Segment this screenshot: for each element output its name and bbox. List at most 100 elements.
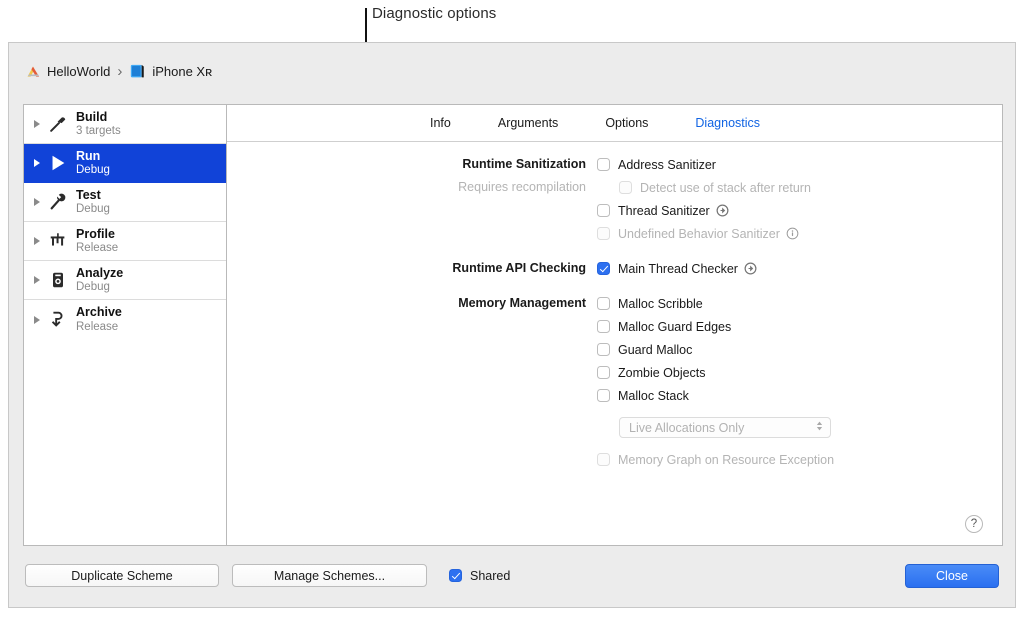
undefined-behavior-sanitizer-row: Undefined Behavior Sanitizer [597,224,799,243]
detect-stack-after-return-row: Detect use of stack after return [597,178,811,197]
address-sanitizer-row[interactable]: Address Sanitizer [597,155,716,174]
thread-sanitizer-row[interactable]: Thread Sanitizer [597,201,729,220]
thread-sanitizer-label: Thread Sanitizer [618,203,710,218]
malloc-stack-mode-select[interactable]: Live Allocations Only [619,417,831,438]
spacer-label [227,363,597,364]
spacer-label [227,201,597,202]
sidebar-item-profile[interactable]: Profile Release [24,222,226,261]
shared-checkbox[interactable] [449,569,462,582]
form-spacer [227,247,1002,259]
arrow-circle-icon[interactable] [716,204,729,217]
tab-diagnostics[interactable]: Diagnostics [695,116,760,130]
zombie-objects-checkbox[interactable] [597,366,610,379]
detect-stack-after-return-label: Detect use of stack after return [640,180,811,195]
sidebar-item-build-sub: 3 targets [76,125,121,138]
zombie-objects-row[interactable]: Zombie Objects [597,363,706,382]
detect-stack-after-return-checkbox [619,181,632,194]
sidebar-item-run-sub: Debug [76,164,110,177]
chevron-right-icon[interactable] [34,120,40,128]
address-sanitizer-checkbox[interactable] [597,158,610,171]
sidebar-item-run-text: Run Debug [76,149,110,177]
malloc-stack-checkbox[interactable] [597,389,610,402]
shared-label: Shared [470,568,511,583]
sidebar-item-analyze-name: Analyze [76,265,124,280]
thread-sanitizer-checkbox[interactable] [597,204,610,217]
spacer-label [227,450,597,451]
chevron-right-icon[interactable] [34,276,40,284]
sidebar-item-build[interactable]: Build 3 targets [24,105,226,144]
arrow-circle-icon[interactable] [744,262,757,275]
hammer-icon [47,113,69,135]
duplicate-scheme-button[interactable]: Duplicate Scheme [25,564,219,587]
sidebar-item-test-sub: Debug [76,203,110,216]
spacer-label [227,317,597,318]
form-row-runtime-api-checking: Runtime API Checking Main Thread Checker [227,259,1002,282]
breadcrumb-device[interactable]: iPhone Xʀ [129,64,212,79]
main-thread-checker-row[interactable]: Main Thread Checker [597,259,757,278]
sidebar-item-test[interactable]: Test Debug [24,183,226,222]
spacer-label [227,340,597,341]
sidebar-item-run[interactable]: Run Debug [24,144,226,183]
malloc-guard-edges-row[interactable]: Malloc Guard Edges [597,317,731,336]
play-icon [47,152,69,174]
close-button[interactable]: Close [905,563,999,588]
info-circle-icon[interactable] [786,227,799,240]
tab-arguments[interactable]: Arguments [498,116,558,130]
runtime-sanitization-sublabel: Requires recompilation [458,180,586,194]
wrench-icon [47,191,69,213]
sidebar-item-archive[interactable]: Archive Release [24,300,226,339]
guard-malloc-row[interactable]: Guard Malloc [597,340,692,359]
malloc-stack-row[interactable]: Malloc Stack [597,386,689,405]
scheme-editor-window: HelloWorld › iPhone Xʀ Build 3 targets R… [8,42,1016,608]
sidebar-item-analyze[interactable]: Analyze Debug [24,261,226,300]
breadcrumb-device-label: iPhone Xʀ [152,64,213,79]
runtime-api-checking-label: Runtime API Checking [452,261,586,275]
runtime-sanitization-label: Runtime Sanitization [462,157,586,171]
chevron-right-icon[interactable] [34,315,40,324]
form-row-zombie-objects: Zombie Objects [227,363,1002,386]
malloc-scribble-checkbox[interactable] [597,297,610,310]
tab-info[interactable]: Info [430,116,451,130]
malloc-scribble-row[interactable]: Malloc Scribble [597,294,703,313]
sidebar-item-test-name: Test [76,187,101,202]
form-row-malloc-stack: Malloc Stack [227,386,1002,409]
form-row-guard-malloc: Guard Malloc [227,340,1002,363]
memory-management-label: Memory Management [458,296,586,310]
form-row-malloc-guard-edges: Malloc Guard Edges [227,317,1002,340]
breadcrumb: HelloWorld [25,63,110,80]
xcode-icon [25,63,42,80]
address-sanitizer-label: Address Sanitizer [618,157,716,172]
malloc-guard-edges-checkbox[interactable] [597,320,610,333]
gauge-icon [47,230,69,252]
form-row-detect-stack-after-return: Requires recompilation Detect use of sta… [227,178,1002,201]
shared-checkbox-group[interactable]: Shared [449,569,510,583]
scheme-actions-sidebar: Build 3 targets Run Debug Test Debug Pro… [24,105,227,545]
chevron-right-icon[interactable] [34,198,40,206]
form-row-runtime-sanitization: Runtime Sanitization Address Sanitizer [227,155,1002,178]
scheme-panel: Build 3 targets Run Debug Test Debug Pro… [23,104,1003,546]
help-button[interactable]: ? [965,515,983,533]
chevron-right-icon[interactable] [34,237,40,245]
chevron-right-icon[interactable] [34,159,40,167]
sidebar-item-profile-text: Profile Release [76,227,118,254]
tab-options[interactable]: Options [605,116,648,130]
scheme-content: Info Arguments Options Diagnostics Runti… [227,105,1002,545]
zombie-objects-label: Zombie Objects [618,365,706,380]
manage-schemes-button[interactable]: Manage Schemes... [232,564,427,587]
form-row-malloc-stack-mode: Live Allocations Only [227,417,1002,441]
spacer-label [227,418,597,419]
sidebar-item-archive-text: Archive Release [76,306,122,333]
archive-box-icon [47,309,69,331]
main-thread-checker-checkbox[interactable] [597,262,610,275]
spacer-label [227,224,597,225]
form-row-thread-sanitizer: Thread Sanitizer [227,201,1002,224]
form-row-memory-graph: Memory Graph on Resource Exception [227,450,1002,473]
breadcrumb-separator: › [117,63,123,80]
guard-malloc-checkbox[interactable] [597,343,610,356]
breadcrumb-project-label[interactable]: HelloWorld [47,64,110,79]
form-spacer [227,441,1002,450]
malloc-stack-mode-wrap: Live Allocations Only [597,417,831,438]
sidebar-item-build-name: Build [76,109,108,124]
tab-bar: Info Arguments Options Diagnostics [227,105,1002,142]
memory-graph-checkbox [597,453,610,466]
